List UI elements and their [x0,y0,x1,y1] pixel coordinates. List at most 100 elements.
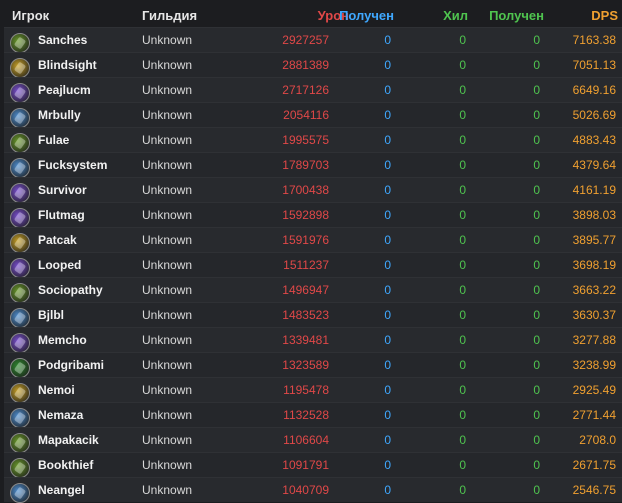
heal-received-value: 0 [533,108,540,122]
received-value: 0 [384,383,391,397]
player-name: Blindsight [38,58,97,72]
player-name: Nemoi [38,383,75,397]
damage-value: 1592898 [282,208,329,222]
heal-value: 0 [459,308,466,322]
column-received[interactable]: Получен [339,8,394,24]
table-row[interactable]: Patcak Unknown 1591976 0 0 0 3895.77 [4,227,622,253]
table-row[interactable]: Blindsight Unknown 2881389 0 0 0 7051.13 [4,52,622,78]
damage-value: 1195478 [283,383,329,397]
player-guild: Unknown [142,408,193,422]
player-guild: Unknown [142,108,193,122]
dps-value: 4883.43 [572,133,616,147]
heal-received-value: 0 [533,58,540,72]
heal-received-value: 0 [533,133,540,147]
heal-received-value: 0 [533,158,540,172]
hunter-class-icon [10,33,30,53]
damage-value: 1483523 [282,308,329,322]
dps-value: 2708.0 [579,433,616,447]
received-value: 0 [384,358,391,372]
player-name: Bjlbl [38,308,64,322]
damage-value: 2054116 [283,108,329,122]
heal-value: 0 [459,33,466,47]
mage-class-icon [10,308,30,328]
hunter-class-icon [10,433,30,453]
received-value: 0 [384,433,391,447]
column-guild[interactable]: Гильдия [142,8,197,24]
hunter-class-icon [10,133,30,153]
damage-value: 2927257 [282,33,329,47]
player-name: Sociopathy [38,283,103,297]
table-row[interactable]: Fucksystem Unknown 1789703 0 0 0 4379.64 [4,152,622,178]
heal-received-value: 0 [533,83,540,97]
mage-class-icon [10,158,30,178]
player-name: Memcho [38,333,87,347]
player-name: Nemaza [38,408,84,422]
received-value: 0 [384,33,391,47]
hunter-class-icon [10,458,30,478]
dps-value: 3663.22 [572,283,616,297]
dps-value: 7051.13 [572,58,616,72]
heal-value: 0 [459,408,466,422]
received-value: 0 [384,133,391,147]
table-row[interactable]: Bjlbl Unknown 1483523 0 0 0 3630.37 [4,302,622,328]
table-row[interactable]: Mapakacik Unknown 1106604 0 0 0 2708.0 [4,427,622,453]
damage-value: 1496947 [282,283,329,297]
dps-value: 2925.49 [572,383,616,397]
heal-received-value: 0 [533,258,540,272]
heal-value: 0 [459,358,466,372]
heal-value: 0 [459,383,466,397]
heal-received-value: 0 [533,283,540,297]
mage-class-icon [10,483,30,503]
table-row[interactable]: Sanches Unknown 2927257 0 0 0 7163.38 [4,27,622,53]
table-row[interactable]: Looped Unknown 1511237 0 0 0 3698.19 [4,252,622,278]
damage-value: 2881389 [282,58,329,72]
player-name: Fucksystem [38,158,108,172]
table-row[interactable]: Flutmag Unknown 1592898 0 0 0 3898.03 [4,202,622,228]
damage-value: 1132528 [283,408,329,422]
column-dps[interactable]: DPS [591,8,618,24]
table-row[interactable]: Podgribami Unknown 1323589 0 0 0 3238.99 [4,352,622,378]
player-name: Mrbully [38,108,81,122]
player-guild: Unknown [142,358,193,372]
table-row[interactable]: Sociopathy Unknown 1496947 0 0 0 3663.22 [4,277,622,303]
warlock-class-icon [10,83,30,103]
damage-value: 1106604 [283,433,329,447]
table-row[interactable]: Nemaza Unknown 1132528 0 0 0 2771.44 [4,402,622,428]
heal-value: 0 [459,233,466,247]
table-row[interactable]: Mrbully Unknown 2054116 0 0 0 5026.69 [4,102,622,128]
column-player[interactable]: Игрок [12,8,49,24]
table-row[interactable]: Nemoi Unknown 1195478 0 0 0 2925.49 [4,377,622,403]
player-name: Bookthief [38,458,94,472]
table-row[interactable]: Memcho Unknown 1339481 0 0 0 3277.88 [4,327,622,353]
table-row[interactable]: Neangel Unknown 1040709 0 0 0 2546.75 [4,477,622,503]
received-value: 0 [384,233,391,247]
heal-received-value: 0 [533,483,540,497]
dps-value: 7163.38 [572,33,616,47]
player-guild: Unknown [142,33,193,47]
player-guild: Unknown [142,58,193,72]
damage-value: 2717126 [282,83,329,97]
received-value: 0 [384,208,391,222]
rogue-class-icon [10,383,30,403]
heal-received-value: 0 [533,383,540,397]
damage-value: 1339481 [282,333,329,347]
table-row[interactable]: Peajlucm Unknown 2717126 0 0 0 6649.16 [4,77,622,103]
heal-received-value: 0 [533,458,540,472]
table-row[interactable]: Survivor Unknown 1700438 0 0 0 4161.19 [4,177,622,203]
player-guild: Unknown [142,308,193,322]
rogue-class-icon [10,233,30,253]
damage-value: 1040709 [282,483,329,497]
damage-value: 1995575 [282,133,329,147]
player-guild: Unknown [142,233,193,247]
damage-value: 1323589 [282,358,329,372]
dps-value: 2771.44 [572,408,616,422]
table-row[interactable]: Fulae Unknown 1995575 0 0 0 4883.43 [4,127,622,153]
warlock-class-icon [10,183,30,203]
received-value: 0 [384,258,391,272]
damage-value: 1700438 [282,183,329,197]
table-row[interactable]: Bookthief Unknown 1091791 0 0 0 2671.75 [4,452,622,478]
column-heal-received[interactable]: Получен [489,8,544,24]
column-heal[interactable]: Хил [443,8,468,24]
player-guild: Unknown [142,458,193,472]
table-header: Игрок Гильдия Урон Получен Хил Получен D… [0,0,622,28]
